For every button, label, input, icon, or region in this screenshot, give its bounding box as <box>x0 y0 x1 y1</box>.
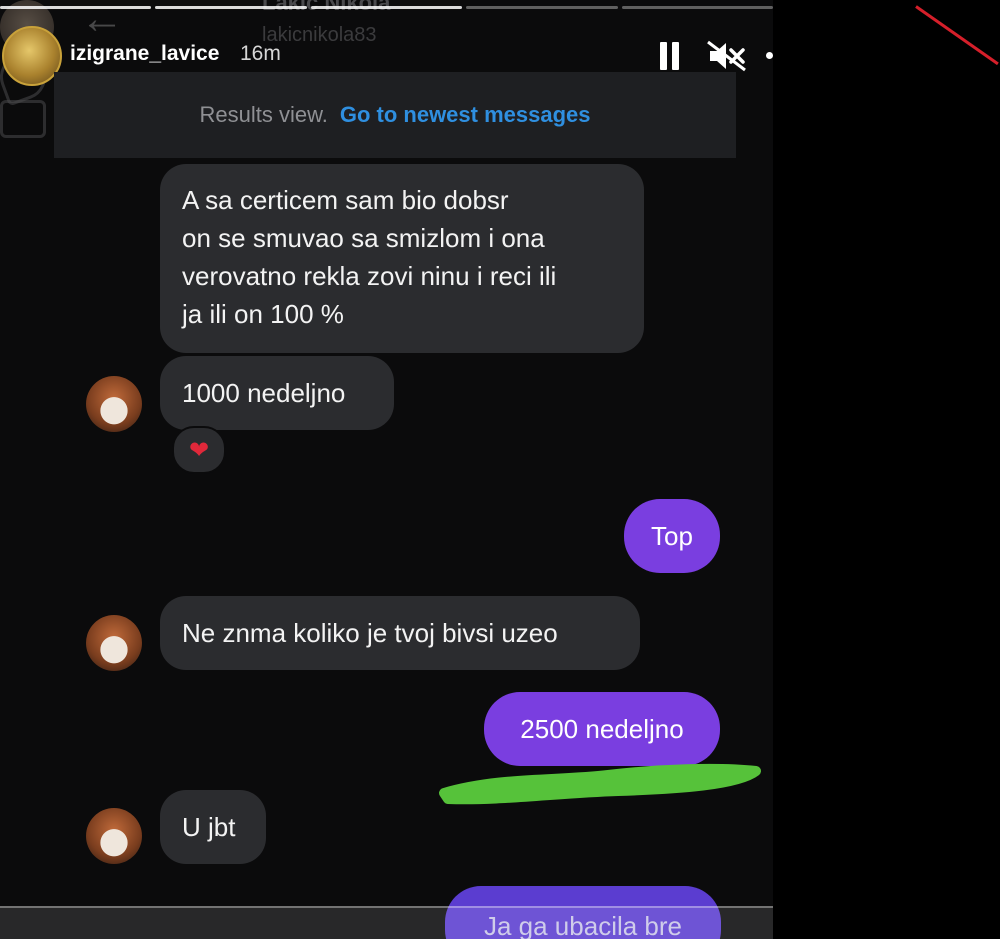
progress-segment <box>155 6 307 9</box>
story-viewer: ← Lakic Nikola lakicnikola83 izigrane_la… <box>0 0 773 939</box>
message-bubble-incoming[interactable]: A sa certicem sam bio dobsr on se smuvao… <box>160 164 644 353</box>
progress-segment <box>466 6 618 9</box>
empty-side-panel <box>773 0 1000 939</box>
message-text: A sa certicem sam bio dobsr on se smuvao… <box>182 185 557 329</box>
pause-icon[interactable] <box>659 42 681 70</box>
story-time-ago: 16m <box>240 42 281 65</box>
mute-icon[interactable] <box>707 40 747 72</box>
results-view-banner: Results view. Go to newest messages <box>54 72 736 158</box>
message-bubble-outgoing[interactable]: Top <box>624 499 720 573</box>
green-highlight-scribble <box>439 763 761 805</box>
reaction-emoji: ❤ <box>188 436 210 464</box>
go-to-newest-link[interactable]: Go to newest messages <box>340 102 591 128</box>
bottom-overlay <box>0 906 773 939</box>
message-text: 2500 nedeljno <box>520 714 684 744</box>
story-username[interactable]: izigrane_lavice <box>70 42 219 66</box>
progress-segment <box>310 6 463 9</box>
sender-avatar[interactable] <box>86 808 142 864</box>
message-bubble-incoming[interactable]: Ne znma koliko je tvoj bivsi uzeo <box>160 596 640 670</box>
story-progress-bar <box>0 6 773 9</box>
message-text: 1000 nedeljno <box>182 378 346 408</box>
more-icon[interactable] <box>766 52 773 59</box>
message-bubble-incoming[interactable]: U jbt <box>160 790 266 864</box>
heart-icon[interactable]: ❤ <box>172 426 226 474</box>
message-text: Ne znma koliko je tvoj bivsi uzeo <box>182 618 558 648</box>
progress-segment <box>621 6 773 9</box>
sender-avatar[interactable] <box>86 376 142 432</box>
message-text: Top <box>651 521 693 551</box>
message-bubble-incoming[interactable]: 1000 nedeljno <box>160 356 394 430</box>
video-icon <box>0 100 46 138</box>
message-bubble-outgoing[interactable]: 2500 nedeljno <box>484 692 720 766</box>
story-user-avatar[interactable] <box>2 26 62 86</box>
sender-avatar[interactable] <box>86 615 142 671</box>
message-text: U jbt <box>182 812 236 842</box>
results-view-label: Results view. <box>199 102 328 127</box>
progress-segment <box>0 6 152 9</box>
